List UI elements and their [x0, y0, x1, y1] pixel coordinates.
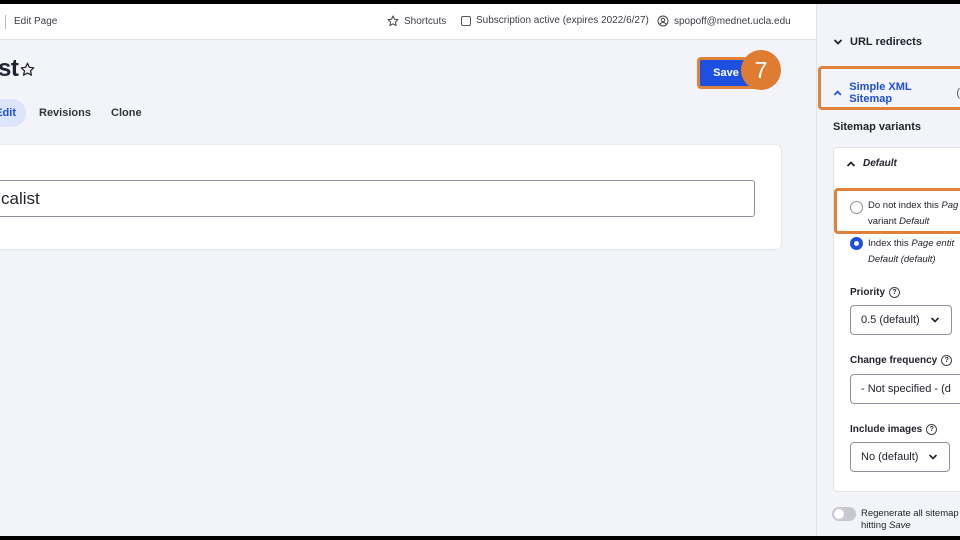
shortcuts-link[interactable]: Shortcuts — [387, 15, 446, 27]
no-index-text-1-em: Pag — [941, 200, 959, 211]
regenerate-toggle[interactable] — [832, 507, 856, 521]
no-index-radio[interactable] — [850, 201, 863, 214]
star-icon — [387, 15, 399, 27]
user-email: spopoff@mednet.ucla.edu — [674, 15, 791, 27]
regenerate-text-2-em: Save — [889, 520, 911, 531]
priority-value: 0.5 (default) — [861, 314, 920, 326]
xml-sitemap-help-partial: ( — [956, 87, 960, 99]
chevron-down-icon — [929, 454, 938, 460]
admin-toolbar: Edit Page Shortcuts Subscription active … — [0, 4, 816, 40]
xml-sitemap-label: Simple XML Sitemap — [849, 81, 912, 105]
user-icon — [657, 15, 669, 27]
screen: Edit Page Shortcuts Subscription active … — [0, 4, 960, 536]
priority-select[interactable]: 0.5 (default) — [850, 305, 952, 335]
include-images-value: No (default) — [861, 451, 919, 463]
toolbar-divider — [5, 15, 6, 29]
include-images-select[interactable]: No (default) — [850, 442, 950, 472]
sitemap-variants-label: Sitemap variants — [833, 121, 922, 133]
help-icon[interactable]: ? — [889, 287, 901, 298]
index-text-1-em: Page entit — [911, 238, 955, 249]
url-redirects-label: URL redirects — [850, 36, 922, 48]
chevron-up-icon — [833, 90, 842, 96]
chevron-up-icon — [846, 160, 856, 167]
priority-label: Priority ? — [850, 287, 901, 298]
user-menu[interactable]: spopoff@mednet.ucla.edu — [657, 15, 791, 27]
xml-sitemap-toggle[interactable]: Simple XML Sitemap ( — [833, 81, 960, 105]
tab-edit[interactable]: Edit — [0, 99, 26, 127]
change-frequency-select[interactable]: - Not specified - (d — [850, 374, 960, 404]
index-text-1: Index this — [868, 238, 912, 249]
checkbox-icon — [461, 15, 471, 26]
include-images-label: Include images ? — [850, 424, 938, 435]
regenerate-text-1: Regenerate all sitemap — [861, 508, 959, 519]
chevron-down-icon — [930, 317, 939, 323]
tab-revisions[interactable]: Revisions — [39, 107, 91, 119]
index-radio[interactable] — [850, 237, 863, 250]
subscription-status[interactable]: Subscription active (expires 2022/6/27) — [461, 15, 649, 26]
page-title: st — [0, 55, 19, 82]
chevron-down-icon — [833, 39, 843, 45]
include-images-label-text: Include images — [850, 424, 923, 435]
index-label: Index this Page entit Default (default) — [868, 236, 954, 268]
title-field[interactable]: calist — [0, 180, 755, 217]
url-redirects-toggle[interactable]: URL redirects — [833, 36, 922, 48]
regenerate-text-2: hitting — [861, 520, 889, 531]
default-variant-label: Default — [863, 158, 897, 169]
tab-clone[interactable]: Clone — [111, 107, 142, 119]
no-index-text-2: variant — [868, 216, 900, 227]
help-icon[interactable]: ? — [926, 424, 938, 435]
change-frequency-label-text: Change frequency — [850, 355, 938, 366]
favorite-star-icon[interactable] — [20, 62, 35, 77]
regenerate-label: Regenerate all sitemap hitting Save — [861, 508, 959, 532]
step-number-badge: 7 — [741, 50, 781, 90]
no-index-text-2-em: Default — [899, 216, 930, 227]
default-variant-toggle[interactable]: Default — [846, 158, 897, 169]
shortcuts-label: Shortcuts — [404, 15, 447, 27]
priority-label-text: Priority — [850, 287, 886, 298]
no-index-text-1: Do not index this — [868, 200, 942, 211]
change-frequency-value: - Not specified - (d — [861, 383, 951, 395]
help-icon[interactable]: ? — [941, 355, 953, 366]
no-index-label: Do not index this Pag variant Default — [868, 198, 958, 230]
index-text-2-em: Default (default) — [868, 254, 936, 265]
change-frequency-label: Change frequency ? — [850, 355, 953, 366]
toolbar-edit-page[interactable]: Edit Page — [14, 16, 57, 27]
subscription-label: Subscription active (expires 2022/6/27) — [476, 15, 649, 26]
